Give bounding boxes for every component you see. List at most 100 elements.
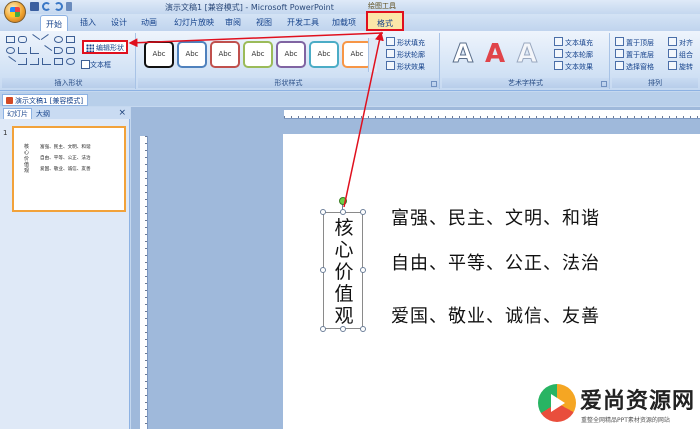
customize-toolbar-icon[interactable] [66, 2, 72, 11]
tab-view[interactable]: 视图 [256, 17, 272, 28]
bring-to-front-button[interactable]: 置于顶层 [615, 37, 654, 48]
group-label-wordart-styles: 艺术字样式 [442, 78, 609, 88]
window-title: 演示文稿1 [兼容模式] - Microsoft PowerPoint [165, 3, 334, 12]
rectangle-shape-icon[interactable] [66, 36, 75, 43]
line-shape-icon[interactable] [4, 56, 17, 67]
tab-format[interactable]: 格式 [366, 11, 404, 31]
shape-style-item[interactable]: Abc [144, 41, 174, 68]
brace-shape-icon[interactable] [54, 58, 63, 65]
curve-shape-icon[interactable] [66, 58, 75, 65]
oval-shape-icon[interactable] [54, 36, 63, 43]
slide-thumbnail[interactable]: 核心价值观 富强、民主、文明、和谐 自由、平等、公正、法治 爱国、敬业、诚信、友… [12, 126, 126, 212]
tab-review[interactable]: 审阅 [225, 17, 241, 28]
document-tab-strip: 演示文稿1 [兼容模式] [0, 92, 700, 106]
shape-outline-button[interactable]: 形状轮廓 [386, 49, 425, 60]
watermark-subtitle: 重整全网精品PPT素材资源的网站 [581, 417, 670, 424]
thumb-line: 爱国、敬业、诚信、友善 [40, 167, 91, 172]
drawing-tools-label: 绘图工具 [368, 2, 396, 10]
panel-tabs: 幻灯片 大纲 × [0, 107, 130, 119]
tab-design[interactable]: 设计 [111, 17, 127, 28]
undo-icon[interactable] [42, 2, 51, 11]
edit-shape-label: 编辑形状 [96, 44, 124, 52]
elbow-connector-shape-icon[interactable] [18, 47, 27, 54]
resize-handle[interactable] [360, 326, 366, 332]
slide-text-line[interactable]: 自由、平等、公正、法治 [391, 249, 600, 275]
resize-handle[interactable] [320, 267, 326, 273]
group-button[interactable]: 组合 [668, 49, 693, 60]
tab-outline[interactable]: 大纲 [36, 109, 50, 119]
slide-text-line[interactable]: 爱国、敬业、诚信、友善 [391, 302, 600, 328]
edit-shape-button[interactable]: 编辑形状 [82, 40, 128, 54]
tab-animation[interactable]: 动画 [141, 17, 157, 28]
office-button[interactable] [4, 1, 26, 23]
group-label-shape-styles: 形状样式 [138, 78, 439, 88]
shape-effects-button[interactable]: 形状效果 [386, 61, 425, 72]
text-fill-button[interactable]: 文本填充 [554, 37, 593, 48]
half-circle-shape-icon[interactable] [54, 47, 63, 54]
document-tab[interactable]: 演示文稿1 [兼容模式] [2, 94, 89, 106]
redo-icon[interactable] [54, 2, 63, 11]
close-icon[interactable]: × [118, 108, 126, 118]
connector-shape-icon[interactable] [42, 58, 51, 65]
shape-style-item[interactable]: Abc [276, 41, 306, 68]
shape-style-gallery: Abc Abc Abc Abc Abc Abc Abc [141, 38, 377, 72]
resize-handle[interactable] [320, 209, 326, 215]
gallery-scroll[interactable] [368, 38, 377, 72]
shape-fill-button[interactable]: 形状填充 [386, 37, 425, 48]
thumb-vertical-text: 核心价值观 [24, 144, 30, 174]
rotate-button[interactable]: 旋转 [668, 61, 693, 72]
shape-style-item[interactable]: Abc [210, 41, 240, 68]
text-box-button[interactable]: 文本框 [81, 60, 111, 70]
resize-handle[interactable] [360, 267, 366, 273]
shape-style-item[interactable]: Abc [177, 41, 207, 68]
line-shape-icon[interactable] [28, 34, 41, 45]
arrow-block-shape-icon[interactable] [66, 47, 75, 54]
slide-text-line[interactable]: 富强、民主、文明、和谐 [391, 204, 600, 230]
resize-handle[interactable] [340, 209, 346, 215]
save-icon[interactable] [30, 2, 39, 11]
line-shape-icon[interactable] [40, 34, 53, 45]
slides-panel: 幻灯片 大纲 × 1 核心价值观 富强、民主、文明、和谐 自由、平等、公正、法治… [0, 107, 130, 429]
connector-shape-icon[interactable] [30, 58, 39, 65]
slide-number: 1 [3, 129, 8, 137]
group-label-arrange: 排列 [612, 78, 698, 88]
arrow-shape-icon[interactable] [40, 45, 53, 56]
tab-slides[interactable]: 幻灯片 [3, 108, 32, 119]
rectangle-shape-icon[interactable] [6, 36, 15, 43]
elbow-connector-shape-icon[interactable] [30, 47, 39, 54]
shape-style-item[interactable]: Abc [243, 41, 273, 68]
title-bar: 演示文稿1 [兼容模式] - Microsoft PowerPoint 绘图工具 [0, 0, 700, 14]
group-shape-styles: Abc Abc Abc Abc Abc Abc Abc 形状填充 形状轮廓 形状… [138, 33, 440, 89]
tab-home[interactable]: 开始 [40, 15, 68, 31]
thumb-line: 富强、民主、文明、和谐 [40, 145, 91, 150]
connector-shape-icon[interactable] [18, 58, 27, 65]
tab-slideshow[interactable]: 幻灯片放映 [174, 17, 214, 28]
dialog-launcher-icon[interactable] [601, 81, 607, 87]
tab-developer[interactable]: 开发工具 [287, 17, 319, 28]
ribbon-tabs: 开始 插入 设计 动画 幻灯片放映 审阅 视图 开发工具 加载项 [0, 14, 700, 31]
wordart-style-outline[interactable]: A [448, 39, 478, 70]
wordart-style-red[interactable]: A [480, 39, 510, 69]
align-button[interactable]: 对齐 [668, 37, 693, 48]
rounded-rectangle-shape-icon[interactable] [18, 36, 27, 43]
oval-shape-icon[interactable] [6, 47, 15, 54]
tab-insert[interactable]: 插入 [80, 17, 96, 28]
vertical-text-box[interactable]: 核心价值观 [323, 212, 363, 329]
office-logo-icon [10, 7, 20, 17]
dialog-launcher-icon[interactable] [431, 81, 437, 87]
resize-handle[interactable] [340, 326, 346, 332]
resize-handle[interactable] [320, 326, 326, 332]
tab-addins[interactable]: 加载项 [332, 17, 356, 28]
vertical-ruler [140, 136, 148, 429]
resize-handle[interactable] [360, 209, 366, 215]
text-effects-button[interactable]: 文本效果 [554, 61, 593, 72]
wordart-style-white[interactable]: A [512, 39, 542, 70]
selection-pane-button[interactable]: 选择窗格 [615, 61, 654, 72]
horizontal-ruler [284, 110, 700, 119]
group-arrange: 置于顶层 置于底层 选择窗格 对齐 组合 旋转 排列 [612, 33, 698, 89]
shape-style-item[interactable]: Abc [309, 41, 339, 68]
send-to-back-button[interactable]: 置于底层 [615, 49, 654, 60]
watermark-logo-icon [538, 384, 576, 422]
rotation-handle[interactable] [339, 197, 347, 205]
text-outline-button[interactable]: 文本轮廓 [554, 49, 593, 60]
